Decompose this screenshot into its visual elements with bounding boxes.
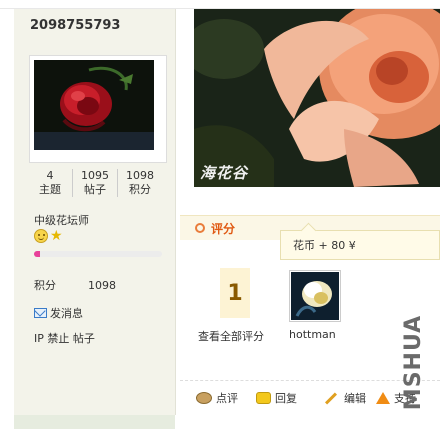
points-line: 积分 1098 — [34, 277, 116, 293]
rater-name[interactable]: hottman — [289, 328, 336, 341]
send-message-label: 发消息 — [50, 307, 83, 320]
envelope-icon — [34, 308, 47, 318]
stat-posts-value: 1095 — [81, 169, 109, 182]
stat-topics-label: 主题 — [39, 183, 61, 196]
stat-topics[interactable]: 4 主题 — [28, 169, 72, 197]
up-arrow-icon — [376, 392, 390, 404]
rating-title: 评分 — [211, 222, 236, 236]
stat-topics-value: 4 — [46, 169, 54, 182]
reply-button[interactable]: 回复 — [256, 390, 297, 406]
stat-points-label: 积分 — [129, 183, 151, 196]
star-icon: ★ — [50, 228, 63, 244]
sidebar-footer — [14, 415, 175, 429]
edit-label: 编辑 — [344, 392, 366, 405]
smile-icon — [34, 229, 48, 243]
reply-label: 回复 — [275, 392, 297, 405]
post-photo[interactable]: 海花谷 — [194, 9, 440, 187]
user-profile-sidebar: 2098755793 4 主题 1095 帖子 1098 积分 中级花坛师 ★ … — [14, 9, 176, 415]
ip-ban-link[interactable]: IP 禁止 帖子 — [34, 330, 95, 346]
stat-points-value: 1098 — [126, 169, 154, 182]
rater-avatar[interactable] — [289, 270, 341, 322]
username[interactable]: 2098755793 — [30, 18, 120, 33]
points-label: 积分 — [34, 279, 56, 292]
level-progress-bar — [34, 251, 162, 257]
stat-posts[interactable]: 1095 帖子 — [72, 169, 117, 197]
side-watermark-text: MSHUA — [401, 314, 427, 411]
user-level[interactable]: 中级花坛师 — [34, 212, 89, 228]
side-watermark: MSHUA — [401, 310, 434, 420]
stat-posts-label: 帖子 — [84, 183, 106, 196]
reply-icon — [256, 392, 271, 404]
circle-icon — [195, 223, 205, 233]
points-value: 1098 — [88, 279, 116, 292]
pencil-icon — [324, 391, 338, 405]
level-progress-fill — [34, 251, 41, 257]
user-stats: 4 主题 1095 帖子 1098 积分 — [28, 169, 162, 197]
send-message-link[interactable]: 发消息 — [34, 305, 83, 321]
comment-label: 点评 — [216, 392, 238, 405]
user-badges: ★ — [34, 229, 64, 243]
photo-watermark: 海花谷 — [200, 164, 249, 182]
rater-avatar-image — [291, 272, 339, 320]
top-border — [0, 0, 440, 9]
edit-button[interactable]: 编辑 — [322, 390, 366, 406]
view-all-ratings-link[interactable]: 查看全部评分 — [198, 328, 264, 344]
comment-button[interactable]: 点评 — [196, 390, 238, 406]
avatar[interactable] — [29, 55, 167, 163]
rose-photo-image — [194, 9, 440, 187]
comment-icon — [196, 392, 212, 404]
rose-avatar-image — [34, 60, 154, 150]
rating-count[interactable]: 1 — [220, 268, 250, 318]
rating-tooltip: 花币 + 80 ¥ — [280, 230, 440, 260]
stat-points[interactable]: 1098 积分 — [117, 169, 162, 197]
